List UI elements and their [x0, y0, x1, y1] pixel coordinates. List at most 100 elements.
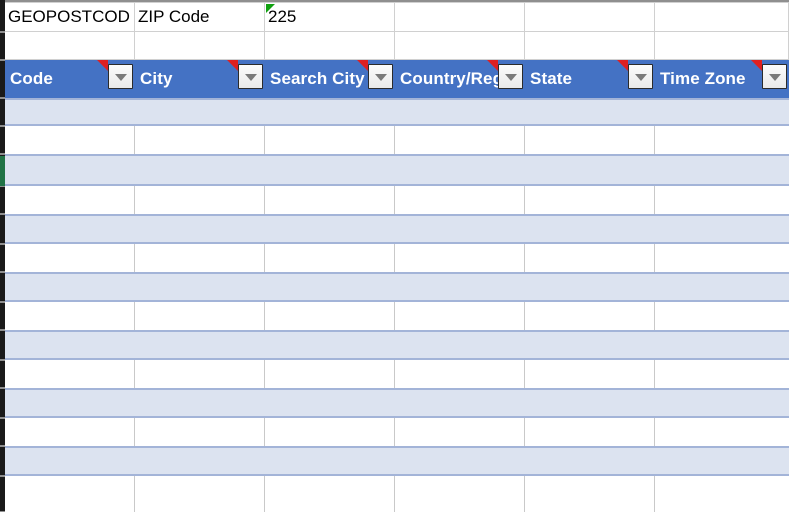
table-cell[interactable] [5, 216, 135, 242]
table-cell[interactable] [395, 216, 525, 242]
table-cell[interactable] [135, 216, 265, 242]
filter-dropdown-button[interactable] [368, 64, 393, 89]
table-cell[interactable] [525, 100, 655, 124]
table-cell[interactable] [395, 332, 525, 358]
table-cell[interactable] [135, 390, 265, 416]
table-cell[interactable] [395, 476, 525, 512]
table-cell[interactable] [5, 100, 135, 124]
filter-dropdown-button[interactable] [108, 64, 133, 89]
table-cell[interactable] [395, 244, 525, 272]
table-row[interactable] [5, 98, 789, 126]
table-row[interactable] [5, 418, 789, 446]
column-header-time-zone[interactable]: Time Zone [655, 60, 789, 98]
column-header-code[interactable]: Code [5, 60, 135, 98]
table-cell[interactable] [5, 476, 135, 512]
table-cell[interactable] [395, 100, 525, 124]
filter-dropdown-button[interactable] [628, 64, 653, 89]
cell-r1-c3[interactable]: 225 [265, 2, 395, 32]
table-row[interactable] [5, 330, 789, 360]
table-cell[interactable] [5, 360, 135, 388]
cell-r1-c2[interactable]: ZIP Code [135, 2, 265, 32]
cell-r1-c4[interactable] [395, 2, 525, 32]
cell-r2-c6[interactable] [655, 32, 789, 60]
table-cell[interactable] [655, 390, 789, 416]
table-cell[interactable] [265, 332, 395, 358]
table-cell[interactable] [5, 418, 135, 446]
cell-r2-c2[interactable] [135, 32, 265, 60]
table-cell[interactable] [5, 390, 135, 416]
table-cell[interactable] [135, 476, 265, 512]
table-cell[interactable] [265, 156, 395, 184]
cell-r2-c5[interactable] [525, 32, 655, 60]
table-cell[interactable] [135, 302, 265, 330]
table-cell[interactable] [655, 360, 789, 388]
table-cell[interactable] [655, 476, 789, 512]
table-cell[interactable] [135, 274, 265, 300]
table-cell[interactable] [395, 390, 525, 416]
table-cell[interactable] [655, 332, 789, 358]
table-cell[interactable] [5, 332, 135, 358]
table-cell[interactable] [5, 274, 135, 300]
table-cell[interactable] [655, 216, 789, 242]
table-cell[interactable] [135, 332, 265, 358]
table-cell[interactable] [265, 274, 395, 300]
table-cell[interactable] [265, 302, 395, 330]
cell-r1-c5[interactable] [525, 2, 655, 32]
table-cell[interactable] [395, 156, 525, 184]
table-cell[interactable] [525, 126, 655, 154]
table-cell[interactable] [655, 274, 789, 300]
table-cell[interactable] [655, 126, 789, 154]
table-cell[interactable] [265, 360, 395, 388]
table-cell[interactable] [135, 186, 265, 214]
cell-r2-c3[interactable] [265, 32, 395, 60]
table-row[interactable] [5, 126, 789, 154]
column-header-city[interactable]: City [135, 60, 265, 98]
table-row[interactable] [5, 154, 789, 186]
table-cell[interactable] [525, 216, 655, 242]
table-row[interactable] [5, 302, 789, 330]
table-cell[interactable] [5, 244, 135, 272]
table-cell[interactable] [525, 476, 655, 512]
table-cell[interactable] [395, 274, 525, 300]
cell-r1-c6[interactable] [655, 2, 789, 32]
column-header-search-city[interactable]: Search City [265, 60, 395, 98]
table-cell[interactable] [395, 360, 525, 388]
table-row[interactable] [5, 360, 789, 388]
table-cell[interactable] [525, 302, 655, 330]
table-cell[interactable] [655, 418, 789, 446]
table-cell[interactable] [5, 302, 135, 330]
table-cell[interactable] [135, 100, 265, 124]
table-cell[interactable] [395, 302, 525, 330]
free-row-1[interactable]: GEOPOSTCOD ZIP Code 225 [5, 2, 789, 32]
table-row[interactable] [5, 272, 789, 302]
cell-r2-c4[interactable] [395, 32, 525, 60]
table-cell[interactable] [135, 448, 265, 474]
table-cell[interactable] [525, 390, 655, 416]
table-cell[interactable] [525, 186, 655, 214]
table-cell[interactable] [5, 448, 135, 474]
table-cell[interactable] [395, 126, 525, 154]
cell-r2-c1[interactable] [5, 32, 135, 60]
table-cell[interactable] [265, 418, 395, 446]
table-cell[interactable] [265, 186, 395, 214]
filter-dropdown-button[interactable] [498, 64, 523, 89]
table-row[interactable] [5, 186, 789, 214]
table-cell[interactable] [655, 302, 789, 330]
table-cell[interactable] [655, 186, 789, 214]
table-cell[interactable] [135, 126, 265, 154]
table-cell[interactable] [395, 448, 525, 474]
table-row[interactable] [5, 214, 789, 244]
table-cell[interactable] [5, 126, 135, 154]
table-cell[interactable] [265, 476, 395, 512]
table-cell[interactable] [525, 418, 655, 446]
table-cell[interactable] [5, 156, 135, 184]
table-cell[interactable] [265, 448, 395, 474]
table-cell[interactable] [265, 390, 395, 416]
table-cell[interactable] [655, 448, 789, 474]
table-row[interactable] [5, 476, 789, 512]
column-header-state[interactable]: State [525, 60, 655, 98]
table-row[interactable] [5, 244, 789, 272]
table-cell[interactable] [525, 448, 655, 474]
table-row[interactable] [5, 446, 789, 476]
table-cell[interactable] [265, 244, 395, 272]
